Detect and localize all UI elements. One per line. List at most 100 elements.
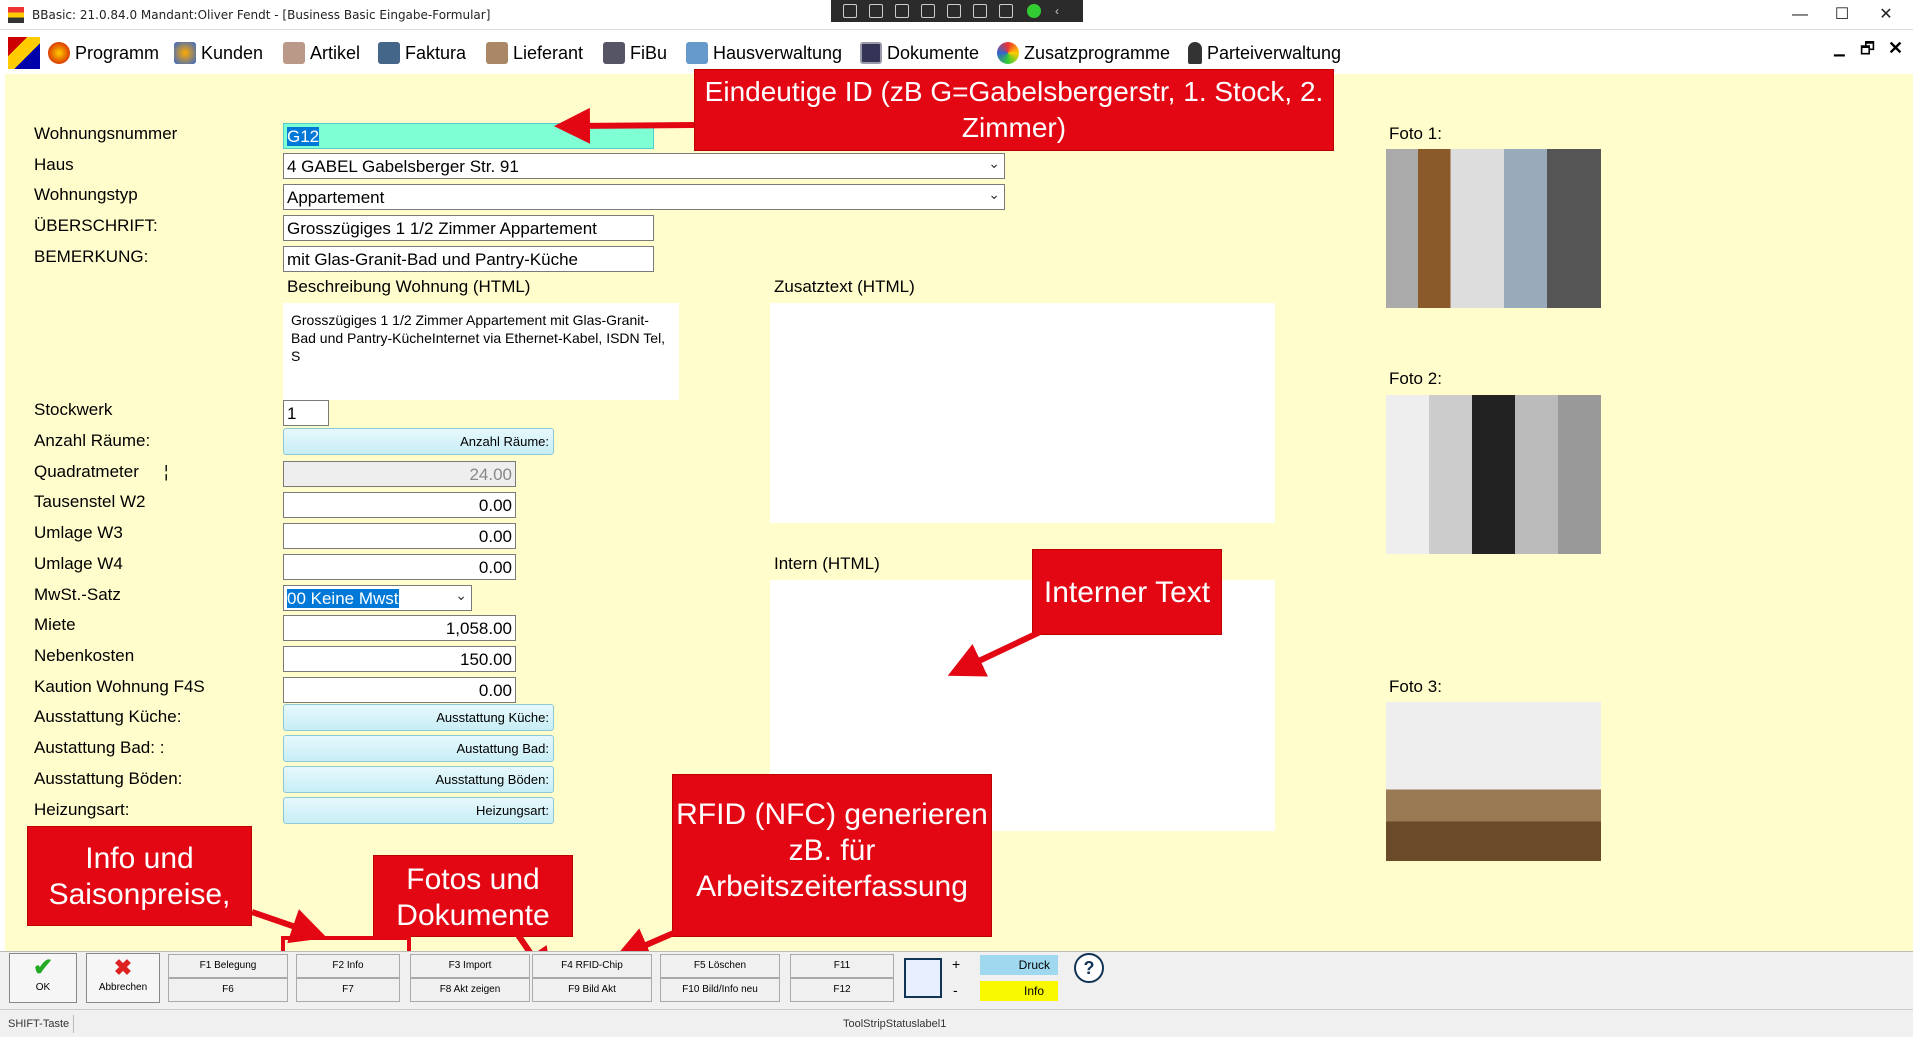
callout-fotos: Fotos und Dokumente (373, 855, 573, 937)
f2-info-button[interactable]: F2 Info (296, 954, 400, 978)
f8-akt-button[interactable]: F8 Akt zeigen (410, 978, 530, 1002)
foto1-label: Foto 1: (1389, 124, 1442, 143)
label-quadratmeter: Quadratmeter (34, 462, 139, 481)
supplier-icon (486, 42, 508, 64)
mwst-select[interactable]: 00 Keine Mwst (283, 585, 472, 611)
f1-button[interactable]: F1 Belegung (168, 954, 288, 978)
check-icon: ✔ (32, 954, 54, 981)
menu-dokumente[interactable]: Dokumente (860, 40, 979, 66)
menu-parteiverwaltung[interactable]: Parteiverwaltung (1188, 40, 1341, 66)
f12-button[interactable]: F12 (790, 978, 894, 1002)
maximize-button[interactable]: ☐ (1822, 2, 1862, 28)
umlage-w4-input[interactable]: 0.00 (283, 554, 516, 580)
label-kueche: Ausstattung Küche: (34, 707, 182, 726)
calendar-icon[interactable] (8, 37, 40, 69)
wohnungstyp-select[interactable]: Appartement (283, 184, 1005, 210)
info-button[interactable]: Info (980, 981, 1058, 1001)
anzahl-raeume-button[interactable]: Anzahl Räume: (283, 428, 554, 455)
house-icon (686, 42, 708, 64)
menu-hausverwaltung[interactable]: Hausverwaltung (686, 40, 842, 66)
scanner-icon[interactable] (904, 958, 942, 998)
label-wohnungstyp: Wohnungstyp (34, 185, 138, 204)
help-icon[interactable]: ? (1074, 953, 1104, 983)
label-anzahl-raeume: Anzahl Räume: (34, 431, 151, 450)
mdi-minimize-button[interactable]: ▁ (1834, 40, 1845, 57)
wohnungsnummer-input[interactable]: G12 (283, 123, 654, 149)
abbrechen-button[interactable]: ✖ Abbrechen (86, 953, 160, 1003)
mdi-restore-button[interactable]: 🗗 (1860, 38, 1875, 65)
f9-bild-button[interactable]: F9 Bild Akt (532, 978, 652, 1002)
ausstattung-kueche-button[interactable]: Ausstattung Küche: (283, 704, 554, 731)
menu-zusatzprogramme[interactable]: Zusatzprogramme (997, 40, 1170, 66)
minus-button[interactable]: - (953, 982, 958, 998)
nebenkosten-input[interactable]: 150.00 (283, 646, 516, 672)
haus-select[interactable]: 4 GABEL Gabelsberger Str. 91 (283, 153, 1005, 179)
foto2-label: Foto 2: (1389, 369, 1442, 388)
tausenstel-input[interactable]: 0.00 (283, 492, 516, 518)
beschreibung-editor[interactable]: Grosszügiges 1 1/2 Zimmer Appartement mi… (283, 303, 679, 400)
label-ueberschrift: ÜBERSCHRIFT: (34, 216, 158, 235)
minimize-button[interactable]: — (1780, 2, 1820, 28)
menu-fibu[interactable]: FiBu (603, 40, 667, 66)
callout-intern: Interner Text (1032, 549, 1222, 635)
f5-loeschen-button[interactable]: F5 Löschen (660, 954, 780, 978)
accessibility-icon[interactable] (999, 4, 1013, 18)
umlage-w3-input[interactable]: 0.00 (283, 523, 516, 549)
window-title: BBasic: 21.0.84.0 Mandant:Oliver Fendt -… (32, 8, 491, 22)
tray-icon[interactable] (843, 4, 857, 18)
ausstattung-boeden-button[interactable]: Ausstattung Böden: (283, 766, 554, 793)
label-boeden: Ausstattung Böden: (34, 769, 183, 788)
label-mwst: MwSt.-Satz (34, 585, 121, 604)
window-icon[interactable] (921, 4, 935, 18)
kaution-input[interactable]: 0.00 (283, 677, 516, 703)
chevron-left-icon[interactable]: ‹ (1055, 4, 1069, 18)
foto2-image[interactable] (1386, 395, 1601, 554)
settings-icon[interactable] (973, 4, 987, 18)
bemerkung-input[interactable]: mit Glas-Granit-Bad und Pantry-Küche (283, 246, 654, 272)
ausstattung-bad-button[interactable]: Austattung Bad: (283, 735, 554, 762)
ok-button[interactable]: ✔ OK (9, 953, 77, 1003)
heizungsart-button[interactable]: Heizungsart: (283, 797, 554, 824)
label-nebenkosten: Nebenkosten (34, 646, 135, 665)
menu-bar: Programm Kunden Artikel Faktura Lieferan… (0, 30, 1913, 74)
foto3-image[interactable] (1386, 702, 1601, 861)
f6-button[interactable]: F6 (168, 978, 288, 1002)
f4-rfid-button[interactable]: F4 RFID-Chip (532, 954, 652, 978)
quadratmeter-input: 24.00 (283, 461, 516, 487)
documents-icon (860, 42, 882, 64)
monitor-icon[interactable] (895, 4, 909, 18)
label-bad: Austattung Bad: : (34, 738, 165, 757)
status-bar: SHIFT-Taste ToolStripStatuslabel1 (0, 1009, 1913, 1037)
menu-programm[interactable]: Programm (48, 40, 159, 66)
f7-button[interactable]: F7 (296, 978, 400, 1002)
f10-bild-info-button[interactable]: F10 Bild/Info neu (660, 978, 780, 1002)
close-button[interactable]: ✕ (1866, 2, 1906, 28)
menu-faktura[interactable]: Faktura (378, 40, 466, 66)
f3-import-button[interactable]: F3 Import (410, 954, 530, 978)
stockwerk-input[interactable]: 1 (283, 400, 329, 426)
f11-button[interactable]: F11 (790, 954, 894, 978)
menu-kunden[interactable]: Kunden (174, 40, 263, 66)
beschreibung-label: Beschreibung Wohnung (HTML) (287, 277, 531, 296)
menu-artikel[interactable]: Artikel (283, 40, 360, 66)
title-bar: BBasic: 21.0.84.0 Mandant:Oliver Fendt -… (0, 0, 1913, 30)
mdi-close-button[interactable]: ✕ (1888, 38, 1903, 59)
ueberschrift-input[interactable]: Grosszügiges 1 1/2 Zimmer Appartement (283, 215, 654, 241)
menu-lieferant[interactable]: Lieferant (486, 40, 583, 66)
callout-info: Info und Saisonpreise, (27, 826, 252, 926)
miete-input[interactable]: 1,058.00 (283, 615, 516, 641)
label-umlage-w4: Umlage W4 (34, 554, 123, 573)
check-icon[interactable] (1027, 4, 1041, 18)
label-bemerkung: BEMERKUNG: (34, 247, 149, 266)
druck-button[interactable]: Druck (980, 955, 1058, 975)
plus-button[interactable]: + (952, 956, 960, 972)
label-wohnungsnummer: Wohnungsnummer (34, 124, 178, 143)
camera-icon[interactable] (869, 4, 883, 18)
cancel-x-icon: ✖ (113, 955, 133, 980)
foto1-image[interactable] (1386, 149, 1601, 308)
label-umlage-w3: Umlage W3 (34, 523, 123, 542)
taskbar-overlay: ‹ (831, 0, 1083, 22)
zusatztext-editor[interactable] (770, 303, 1275, 523)
intern-label: Intern (HTML) (774, 554, 880, 573)
screen-share-icon[interactable] (947, 4, 961, 18)
